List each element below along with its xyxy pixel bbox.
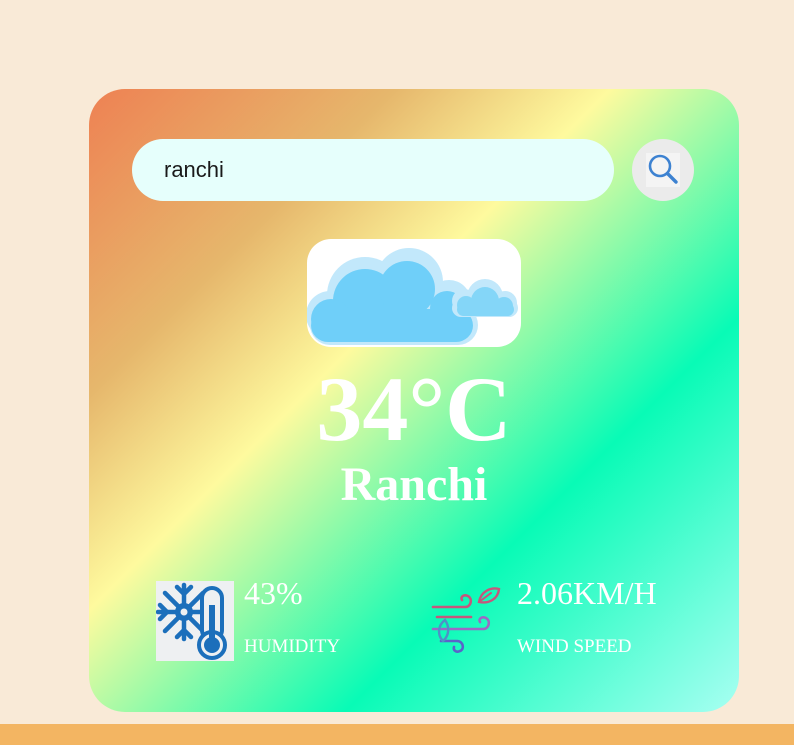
- search-icon: [646, 153, 680, 187]
- bottom-bar: [0, 724, 794, 745]
- humidity-label: HUMIDITY: [244, 636, 341, 657]
- city-name: Ranchi: [340, 458, 488, 511]
- search-button[interactable]: [632, 139, 694, 201]
- temperature: 34°C: [316, 358, 512, 460]
- cloud-icon: [307, 239, 521, 347]
- humidity-value: 43%: [244, 575, 303, 611]
- wind-icon: [431, 583, 506, 655]
- wind-speed-value: 2.06KM/H: [517, 575, 657, 611]
- humidity-thermometer-icon: [155, 581, 234, 661]
- wind-speed-label: WIND SPEED: [517, 636, 632, 657]
- weather-card: 34°C Ranchi 43% HUMIDITY: [89, 89, 739, 712]
- search-input[interactable]: [132, 139, 614, 201]
